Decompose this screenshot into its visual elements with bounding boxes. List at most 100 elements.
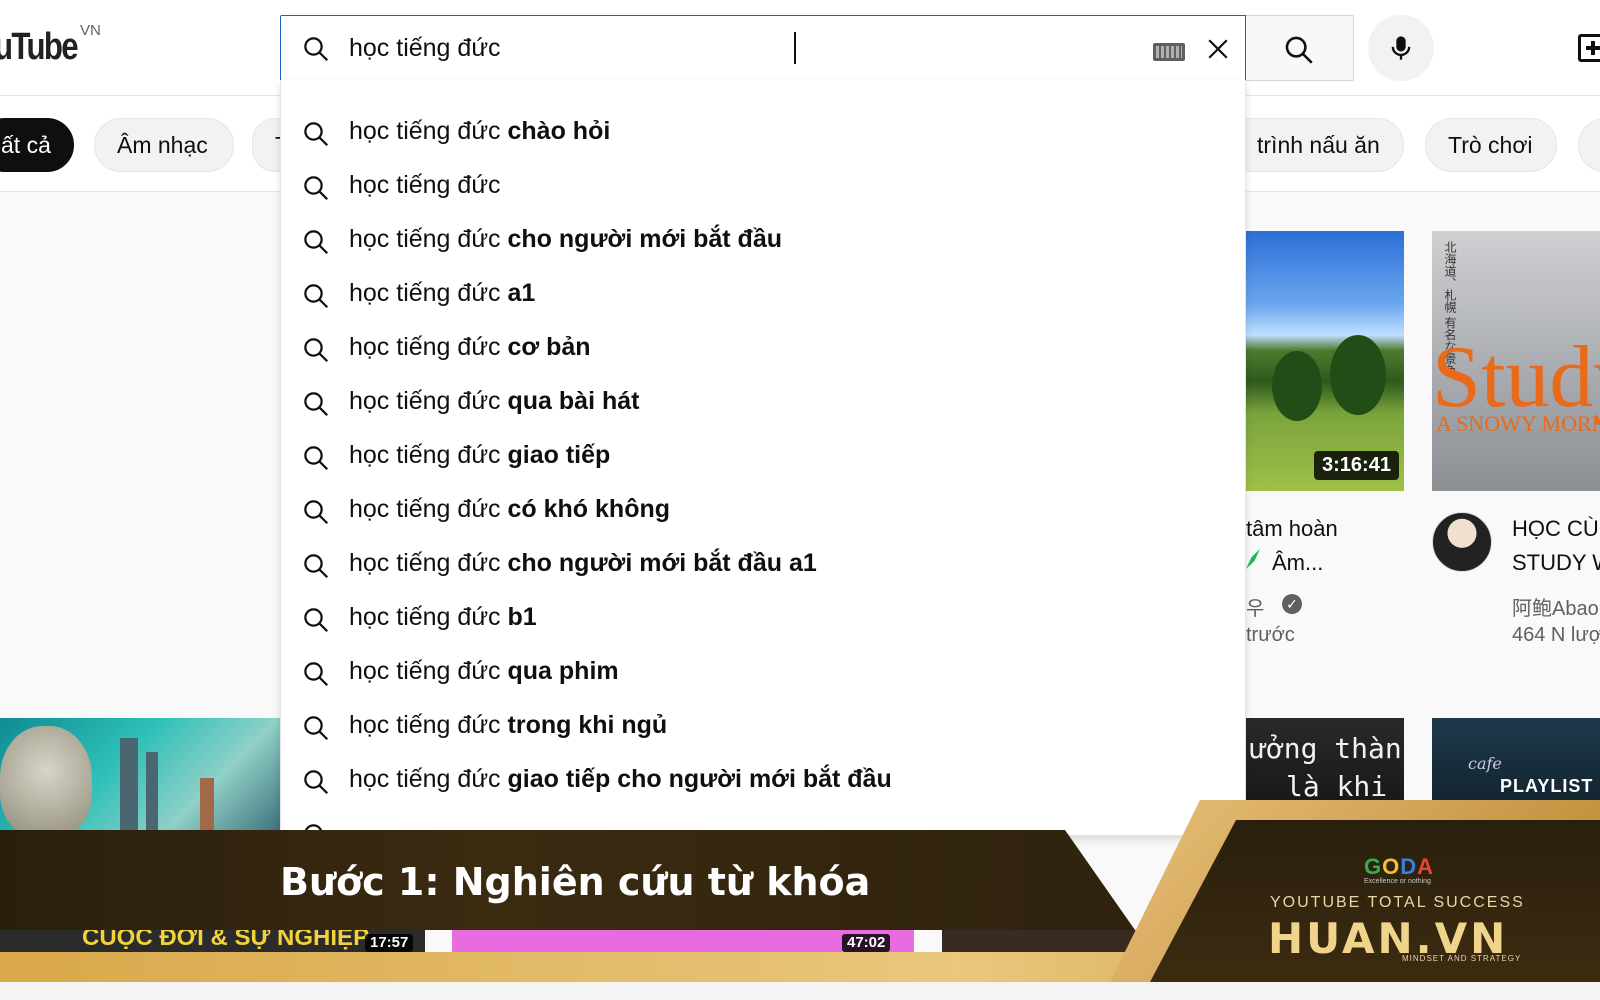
suggestion-completion: a1 [500,279,536,307]
video-title[interactable]: tâm hoàn [1246,516,1338,542]
tower-shape [146,752,158,838]
logo-region-label: VN [80,22,101,39]
microphone-icon [1391,36,1411,60]
suggestion-query: học tiếng đức [349,495,501,523]
suggestion-text: học tiếng đức b1 [349,603,537,632]
suggestion-text: học tiếng đức cho người mới bắt đầu [349,225,782,254]
suggestion-text: học tiếng đức có khó không [349,495,670,524]
suggestion-text: học tiếng đức a1 [349,279,535,308]
video-duration: 3:16:41 [1314,451,1399,480]
suggestion-completion: qua bài hát [500,387,640,415]
suggestion-query: học tiếng đức [349,549,501,577]
suggestion-item[interactable]: học tiếng đức giao tiếp [281,431,1245,485]
suggestion-query: học tiếng đức [349,225,501,253]
close-icon[interactable] [1203,34,1233,64]
suggestion-text: học tiếng đức qua phim [349,657,619,686]
video-title-line2[interactable]: STUDY W [1512,550,1600,576]
create-icon[interactable] [1578,34,1600,62]
banner-title: Bước 1: Nghiên cứu từ khóa [280,860,871,904]
search-icon [304,338,329,363]
search-icon [304,500,329,525]
leaf-icon [1246,549,1260,569]
suggestion-item[interactable]: học tiếng đức a1 [281,269,1245,323]
video-title-line2[interactable]: Âm... [1272,550,1323,576]
suggestion-text: học tiếng đức cho người mới bắt đầu a1 [349,549,817,578]
suggestion-item[interactable]: học tiếng đức [281,161,1245,215]
character-face [0,726,92,838]
suggestion-text: học tiếng đức giao tiếp [349,441,610,470]
search-icon [304,37,329,62]
suggestion-query: học tiếng đức [349,171,501,199]
thumbnail-script-text: cafe [1468,754,1502,773]
text-caret [794,32,796,64]
suggestion-completion: giao tiếp [500,441,611,469]
youtube-logo[interactable]: uTube [0,26,79,69]
bottom-strip [0,982,1600,1000]
suggestion-item[interactable]: học tiếng đức chào hỏi [281,107,1245,161]
suggestion-completion: trong khi ngủ [500,711,668,739]
suggestion-text: học tiếng đức [349,171,501,200]
video-thumbnail[interactable]: 3:16:41 [1246,231,1404,491]
suggestion-item[interactable]: học tiếng đức qua bài hát [281,377,1245,431]
suggestion-completion: có khó không [500,495,671,523]
goda-logo: GODA [1364,854,1435,879]
suggestion-item[interactable]: học tiếng đức cơ bản [281,323,1245,377]
search-icon [304,608,329,633]
search-button[interactable] [1246,15,1354,81]
suggestion-text: học tiếng đức qua bài hát [349,387,639,416]
tower-shape [200,778,214,838]
search-icon [304,446,329,471]
search-icon [304,176,329,201]
search-icon [304,716,329,741]
video-title[interactable]: HỌC CÙ [1512,516,1599,542]
suggestion-completion: cho người mới bắt đầu a1 [500,549,817,577]
channel-name[interactable]: 우 [1246,592,1264,621]
thumbnail-text: PLAYLIST [1500,776,1594,796]
tree-shape [1330,335,1386,415]
suggestion-query: học tiếng đức [349,603,501,631]
search-input[interactable] [349,28,1049,68]
suggestion-item[interactable]: học tiếng đức b1 [281,593,1245,647]
thumbnail-subtitle: A SNOWY MORN [1436,411,1600,436]
suggestion-query: học tiếng đức [349,279,501,307]
banner-tagline: YOUTUBE TOTAL SUCCESS [1270,894,1525,911]
promo-banner: Bước 1: Nghiên cứu từ khóa GODA Excellen… [0,800,1600,982]
chip-next[interactable] [1578,118,1600,172]
suggestion-query: học tiếng đức [349,657,501,685]
view-count: 464 N lượ [1512,624,1600,646]
suggestion-text: học tiếng đức giao tiếp cho người mới bắ… [349,765,892,794]
suggestion-text: học tiếng đức trong khi ngủ [349,711,667,740]
suggestion-query: học tiếng đức [349,765,501,793]
channel-name[interactable]: 阿鲍Abao [1512,592,1599,621]
video-thumbnail[interactable]: 北海道、札幌 有名な景色 Study A SNOWY MORN [1432,231,1600,491]
voice-search-button[interactable] [1368,15,1434,81]
suggestion-item[interactable]: học tiếng đức cho người mới bắt đầu a1 [281,539,1245,593]
tree-shape [1272,351,1322,421]
suggestion-text: học tiếng đức chào hỏi [349,117,610,146]
chip-all[interactable]: ất cả [0,118,74,172]
search-box[interactable] [280,15,1246,81]
video-thumbnail[interactable] [0,718,280,838]
keyboard-icon[interactable] [1153,43,1185,61]
chip-music[interactable]: Âm nhạc [94,118,234,172]
suggestion-text: học tiếng đức cơ bản [349,333,591,362]
suggestion-item[interactable]: học tiếng đức cho người mới bắt đầu [281,215,1245,269]
search-suggestions: học tiếng đức chào hỏi học tiếng đức học t… [280,80,1246,836]
tower-shape [120,738,138,838]
search-icon [304,554,329,579]
chip-gaming[interactable]: Trò chơi [1425,118,1557,172]
suggestion-item[interactable]: học tiếng đức trong khi ngủ [281,701,1245,755]
thumbnail-text: ưởng thành [1250,732,1404,765]
verified-icon: ✓ [1282,594,1302,614]
banner-subtagline: MINDSET AND STRATEGY [1402,954,1522,963]
suggestion-item[interactable]: học tiếng đức qua phim [281,647,1245,701]
search-icon [304,122,329,147]
suggestion-item[interactable]: học tiếng đức có khó không [281,485,1245,539]
suggestion-completion: cho người mới bắt đầu [500,225,783,253]
suggestion-item[interactable]: học tiếng đức giao tiếp cho người mới bắ… [281,755,1245,809]
suggestion-query: học tiếng đức [349,387,501,415]
avatar[interactable] [1432,512,1492,572]
suggestion-query: học tiếng đức [349,711,501,739]
thumbnail-text: là khi [1286,770,1388,803]
suggestion-query: học tiếng đức [349,333,501,361]
